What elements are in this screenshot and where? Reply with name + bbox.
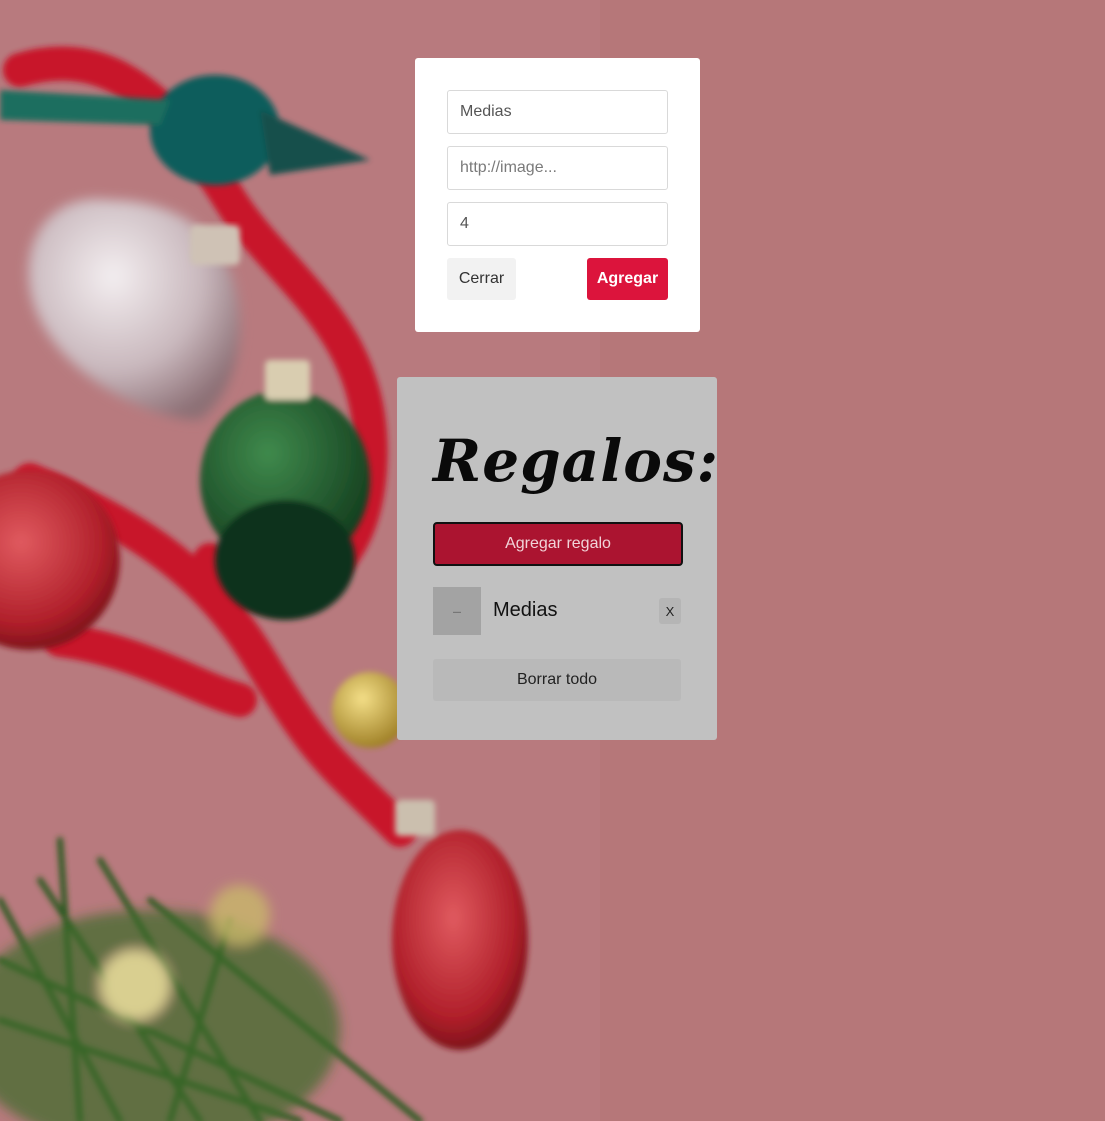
gifts-panel: Regalos: Agregar regalo ▬▬ Medias X Borr…	[397, 377, 720, 740]
remove-gift-button[interactable]: X	[659, 598, 681, 624]
gift-name: Medias	[493, 599, 558, 621]
gift-thumbnail-image: ▬▬	[433, 587, 481, 635]
page-title: Regalos:	[433, 427, 720, 495]
add-gift-button[interactable]: Agregar regalo	[433, 522, 683, 566]
image-placeholder-icon: ▬▬	[453, 608, 461, 614]
gift-quantity-input[interactable]	[447, 202, 668, 246]
gift-name-input[interactable]	[447, 90, 668, 134]
clear-all-button[interactable]: Borrar todo	[433, 659, 681, 701]
list-item: ▬▬ Medias X	[433, 587, 681, 635]
modal-actions: Cerrar Agregar	[447, 258, 668, 300]
close-button[interactable]: Cerrar	[447, 258, 516, 300]
add-button[interactable]: Agregar	[587, 258, 668, 300]
add-gift-modal: Cerrar Agregar	[415, 58, 700, 332]
gift-image-url-input[interactable]	[447, 146, 668, 190]
